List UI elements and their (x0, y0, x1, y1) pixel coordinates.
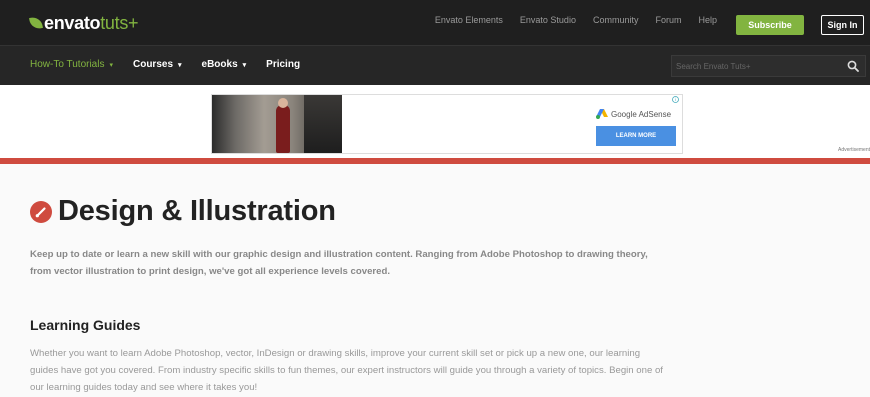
top-link-help[interactable]: Help (698, 15, 717, 25)
search-input[interactable] (676, 59, 836, 73)
category-description: Keep up to date or learn a new skill wit… (30, 249, 648, 277)
advertisement-label: Advertisement (838, 147, 870, 153)
adsense-logo: Google AdSense (596, 109, 671, 119)
subscribe-button[interactable]: Subscribe (736, 15, 804, 35)
top-links: Envato Elements Envato Studio Community … (435, 15, 717, 25)
learning-guides-description: Whether you want to learn Adobe Photosho… (30, 348, 663, 393)
envato-tuts-logo[interactable]: envato tuts+ (29, 11, 139, 35)
logo-brand: envato (44, 12, 101, 33)
adsense-icon (596, 109, 608, 119)
nav-item-courses[interactable]: Courses ▾ (133, 59, 182, 70)
chevron-down-icon: ▾ (109, 61, 113, 69)
category-divider (0, 158, 870, 164)
ad-band: Google AdSense LEARN MORE i Advertisemen… (0, 85, 870, 158)
main-nav-bar: How-To Tutorials ▾ Courses ▾ eBooks ▾ Pr… (0, 45, 870, 85)
nav-item-how-to-tutorials[interactable]: How-To Tutorials ▾ (30, 59, 113, 70)
nav-item-label: How-To Tutorials (30, 59, 105, 70)
nav-item-ebooks[interactable]: eBooks ▾ (202, 59, 247, 70)
ad-choices-icon[interactable]: i (672, 96, 679, 103)
design-icon (30, 200, 52, 223)
chevron-down-icon: ▾ (178, 61, 182, 69)
ad-photo (212, 95, 342, 153)
search-icon[interactable] (847, 60, 859, 72)
nav-item-pricing[interactable]: Pricing (266, 59, 300, 70)
top-link-envato-studio[interactable]: Envato Studio (520, 15, 576, 25)
chevron-down-icon: ▾ (242, 61, 247, 69)
learning-guides-heading: Learning Guides (30, 317, 141, 333)
nav-item-label: eBooks (201, 59, 238, 70)
envato-leaf-icon (29, 16, 43, 30)
search-box (671, 55, 866, 77)
adsense-label: Google AdSense (611, 109, 672, 119)
nav-item-label: Pricing (266, 59, 301, 70)
google-ad[interactable]: Google AdSense LEARN MORE i (211, 94, 683, 154)
learn-more-button[interactable]: LEARN MORE (596, 126, 676, 146)
top-link-forum[interactable]: Forum (655, 15, 681, 25)
sign-in-button[interactable]: Sign In (821, 15, 864, 35)
top-link-community[interactable]: Community (593, 15, 639, 25)
logo-product: tuts+ (100, 12, 139, 33)
svg-text:i: i (675, 97, 676, 102)
title-row: Design & Illustration (30, 195, 336, 228)
top-link-envato-elements[interactable]: Envato Elements (435, 15, 503, 25)
page-title: Design & Illustration (58, 195, 336, 227)
main-nav: How-To Tutorials ▾ Courses ▾ eBooks ▾ Pr… (30, 59, 300, 70)
nav-item-label: Courses (132, 59, 173, 70)
pen-icon (35, 206, 46, 217)
top-header: envato tuts+ Envato Elements Envato Stud… (0, 0, 870, 45)
